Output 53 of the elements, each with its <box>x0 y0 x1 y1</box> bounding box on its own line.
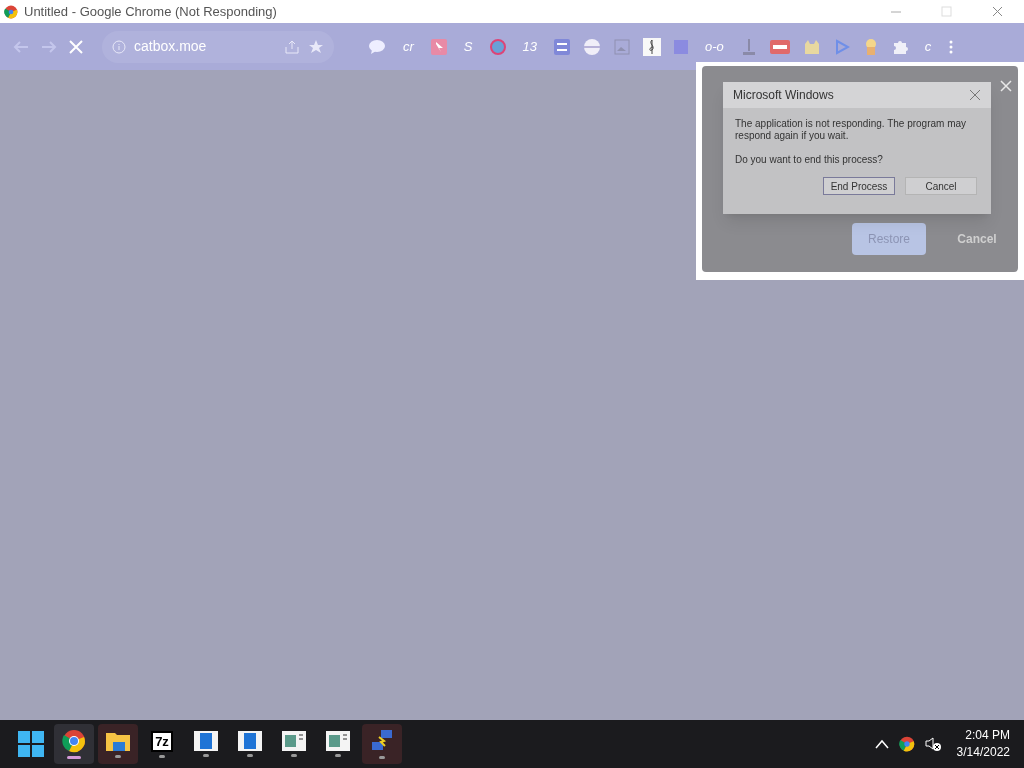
network-computers-icon <box>370 729 394 753</box>
extension-button[interactable]: 13 <box>518 36 541 57</box>
play-icon[interactable] <box>833 38 850 55</box>
chrome-icon[interactable] <box>898 736 915 752</box>
taskbar-app-button[interactable] <box>54 724 94 764</box>
chrome-icon <box>4 4 18 19</box>
star-icon[interactable] <box>308 38 324 55</box>
address-text: catbox.moe <box>134 37 208 56</box>
document-window-icon <box>326 731 350 751</box>
document-window-icon <box>282 731 306 751</box>
sliders-icon[interactable] <box>554 38 570 55</box>
taskbar-app-button[interactable] <box>98 724 138 764</box>
chrome-icon <box>62 729 86 753</box>
extension-button[interactable]: c <box>920 36 936 57</box>
stop-icon[interactable] <box>68 38 84 55</box>
address-bar[interactable]: catbox.moe <box>102 30 334 63</box>
dialog-message: The application is not responding. The program may respond again if you wait. <box>735 118 968 142</box>
muted-speaker-icon[interactable] <box>924 736 941 752</box>
dialog-question: Do you want to end this process? <box>735 153 884 167</box>
dialog-button[interactable]: Cancel <box>905 177 977 195</box>
taskbar-app-button[interactable]: 7z <box>142 724 182 764</box>
forward-arrow-icon[interactable] <box>40 38 58 55</box>
image-icon[interactable] <box>614 38 630 55</box>
extension-button[interactable]: o-o <box>701 36 728 57</box>
stand-icon[interactable] <box>740 37 757 56</box>
document-window-icon <box>194 731 218 751</box>
close-icon[interactable] <box>969 89 981 101</box>
document-window-icon <box>238 731 262 751</box>
info-icon <box>112 39 126 54</box>
ball-icon[interactable] <box>583 37 601 56</box>
share-icon[interactable] <box>284 38 300 55</box>
music-clef-icon[interactable] <box>643 37 661 56</box>
extension-button[interactable]: cr <box>399 36 418 57</box>
clock[interactable]: 2:04 PM 3/14/2022 <box>956 727 1010 761</box>
window-title: Untitled - Google Chrome (Not Responding) <box>24 2 277 21</box>
extension-button[interactable]: S <box>459 36 477 57</box>
start-icon[interactable] <box>18 731 44 757</box>
card-icon[interactable] <box>769 39 790 54</box>
globe-icon[interactable] <box>489 38 506 55</box>
puzzle-icon[interactable] <box>891 38 908 55</box>
archive-app-icon: 7z <box>151 730 173 752</box>
cursor-icon[interactable] <box>430 38 447 55</box>
folder-icon <box>105 730 131 752</box>
speech-bubble-icon[interactable] <box>368 38 386 55</box>
dialog-title: Microsoft Windows <box>733 87 835 104</box>
dialog-button[interactable]: Cancel <box>940 223 1014 255</box>
chevron-up-icon[interactable] <box>874 739 889 749</box>
menu-icon[interactable] <box>948 38 955 55</box>
back-arrow-icon[interactable] <box>12 38 30 55</box>
square-icon[interactable] <box>674 39 688 54</box>
clock-time: 2:04 PM <box>965 727 1010 744</box>
dialog-button[interactable]: End Process <box>823 177 895 195</box>
clock-date: 3/14/2022 <box>956 744 1010 761</box>
